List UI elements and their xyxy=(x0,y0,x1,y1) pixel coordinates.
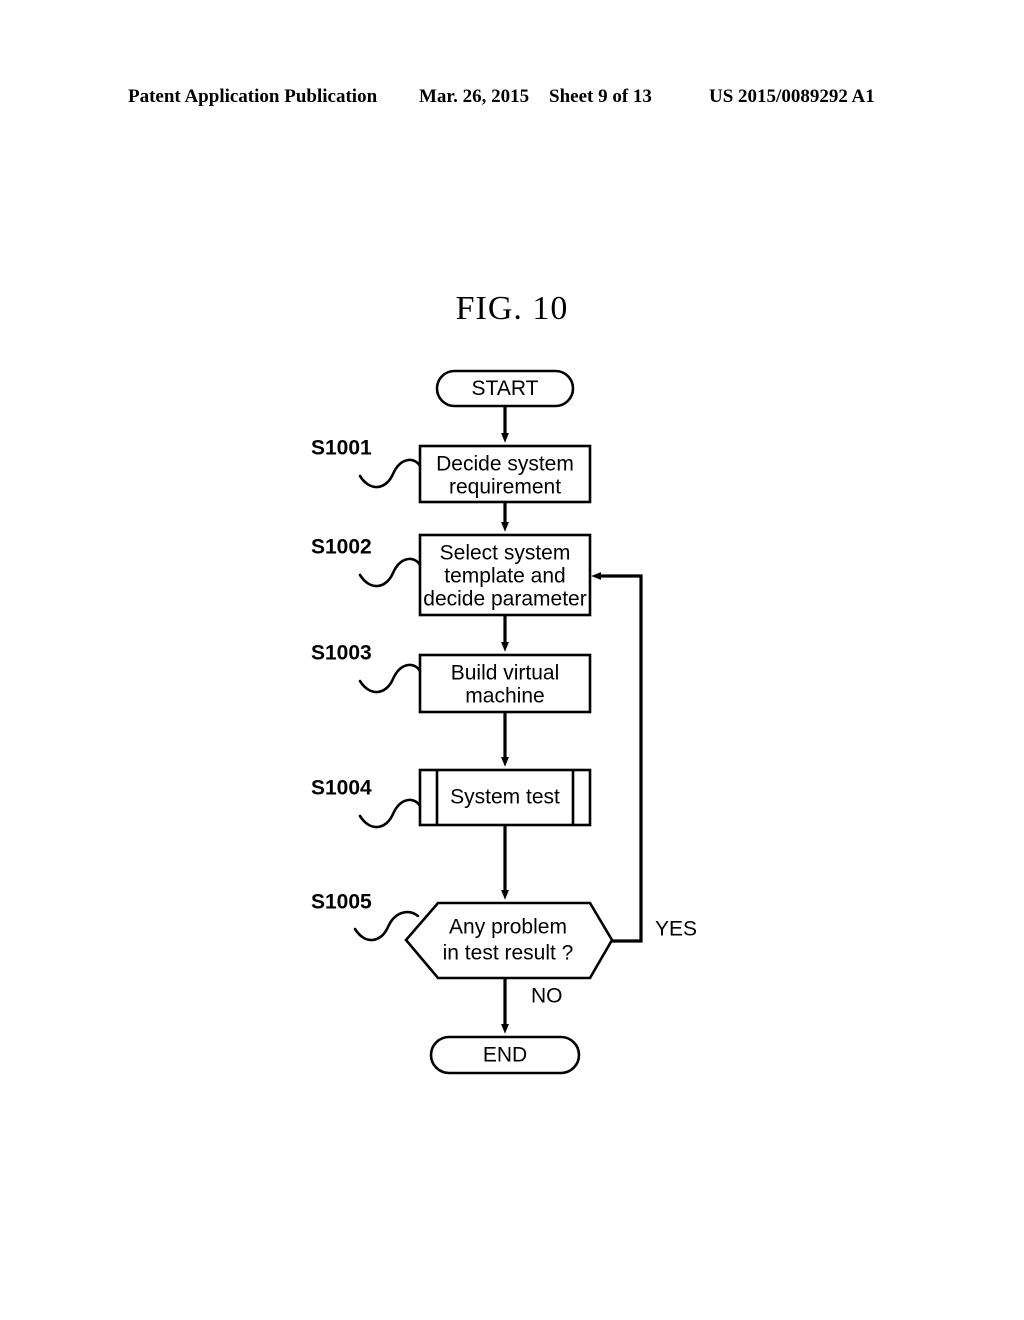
flow-node-s1002-line-3: decide parameter xyxy=(423,588,586,611)
flow-branch-no-label: NO xyxy=(531,985,563,1008)
flow-ref-s1005-label: S1005 xyxy=(311,891,372,914)
flow-ref-s1003-leader xyxy=(358,663,422,694)
flow-node-s1002: Select system template and decide parame… xyxy=(418,533,592,617)
flow-node-s1004-line-1: System test xyxy=(450,786,560,809)
flow-node-end: END xyxy=(429,1035,581,1075)
flow-node-s1005-line-2: in test result ? xyxy=(443,942,574,965)
flow-node-s1002-line-1: Select system xyxy=(440,542,571,565)
flow-ref-s1005: S1005 xyxy=(311,891,420,942)
flow-node-start: START xyxy=(435,369,575,408)
flow-ref-s1002-label: S1002 xyxy=(311,536,372,559)
flow-ref-s1001: S1001 xyxy=(311,437,422,489)
flow-node-s1004: System test xyxy=(418,768,592,827)
flow-node-start-label: START xyxy=(472,377,539,400)
flow-node-s1001-line-1: Decide system xyxy=(436,453,574,476)
flow-node-s1001-line-2: requirement xyxy=(449,476,561,499)
flow-ref-s1004: S1004 xyxy=(311,777,422,829)
flow-ref-s1001-leader xyxy=(358,458,422,489)
flow-ref-s1002-leader xyxy=(358,557,422,588)
flow-ref-s1003-label: S1003 xyxy=(311,642,372,665)
flow-ref-s1002: S1002 xyxy=(311,536,422,588)
flow-ref-s1004-label: S1004 xyxy=(311,777,372,800)
flow-ref-s1004-leader xyxy=(358,798,422,829)
flow-arrow-yes-feedback: YES xyxy=(591,572,697,943)
flow-node-s1003-line-2: machine xyxy=(465,685,544,708)
flow-branch-yes-label: YES xyxy=(655,918,697,941)
flowchart-diagram: START Decide system requirement S1001 Se… xyxy=(0,0,1024,1320)
flow-ref-s1001-label: S1001 xyxy=(311,437,372,460)
flow-ref-s1003: S1003 xyxy=(311,642,422,694)
flow-node-end-label: END xyxy=(483,1044,527,1067)
flow-arrow-no-to-end: NO xyxy=(501,978,563,1034)
flow-node-s1003: Build virtual machine xyxy=(418,653,592,714)
flow-node-s1002-line-2: template and xyxy=(444,565,565,588)
flow-node-s1003-line-1: Build virtual xyxy=(451,662,560,685)
flow-node-s1001: Decide system requirement xyxy=(418,444,592,504)
flow-node-s1005: Any problem in test result ? xyxy=(404,901,614,980)
flow-node-s1005-line-1: Any problem xyxy=(449,916,567,939)
